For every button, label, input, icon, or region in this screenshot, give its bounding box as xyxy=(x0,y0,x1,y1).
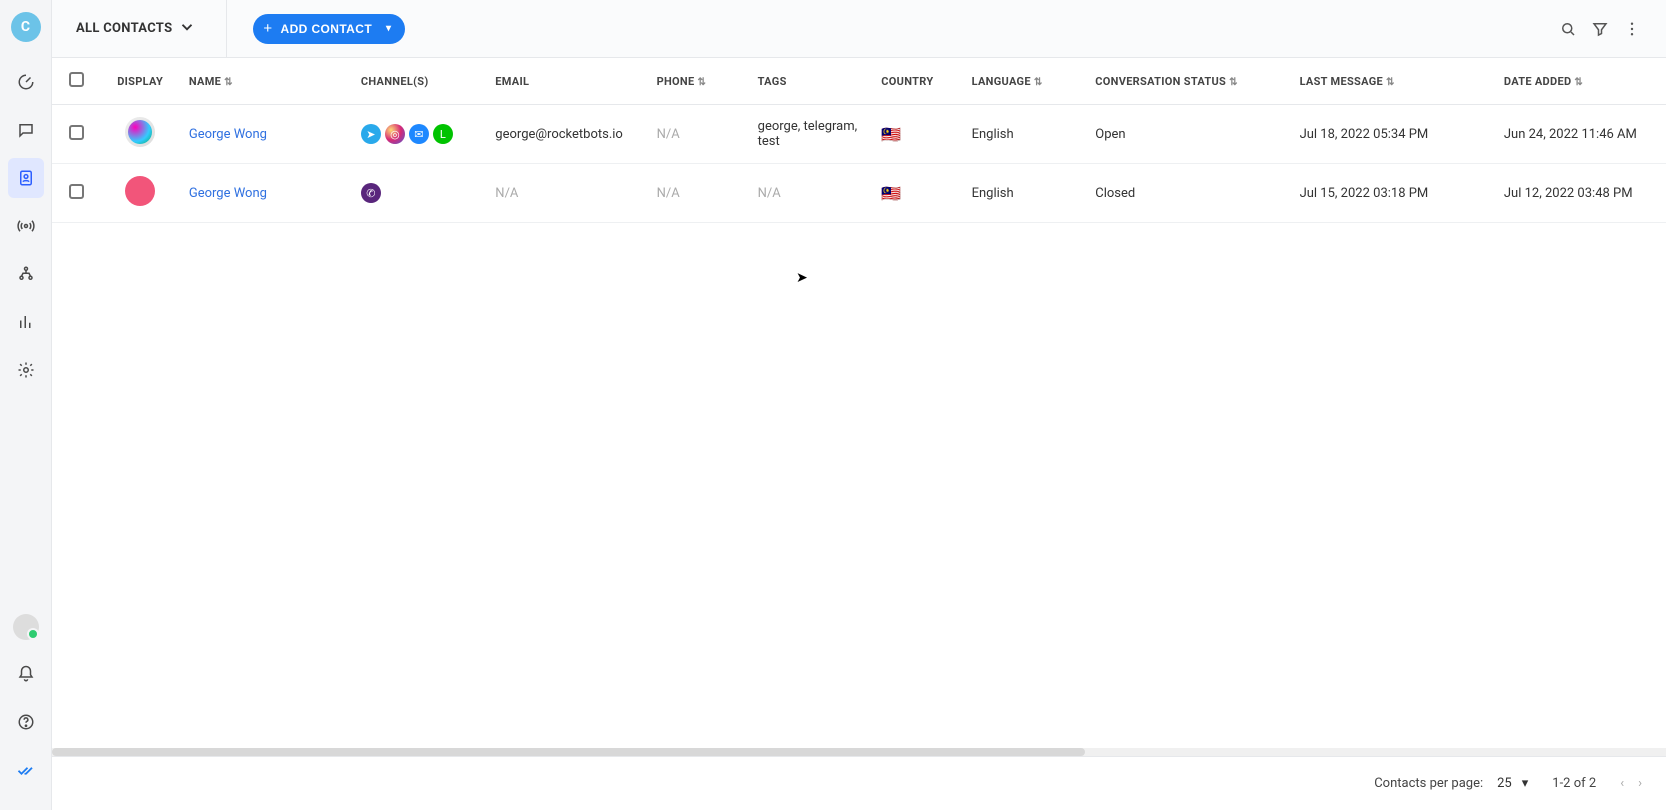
next-page-button[interactable]: › xyxy=(1638,776,1642,791)
contacts-table: DISPLAY NAME⇅ CHANNEL(S) EMAIL PHONE⇅ TA… xyxy=(52,58,1666,223)
email-value: N/A xyxy=(495,186,518,201)
contact-name-link[interactable]: George Wong xyxy=(189,186,267,201)
broadcast-icon[interactable] xyxy=(8,206,44,246)
sort-icon: ⇅ xyxy=(697,77,706,88)
add-contact-button[interactable]: + ADD CONTACT ▾ xyxy=(253,14,405,44)
dashboard-icon[interactable] xyxy=(8,62,44,102)
per-page-label: Contacts per page: xyxy=(1374,776,1483,791)
status-value: Open xyxy=(1095,127,1125,142)
notifications-icon[interactable] xyxy=(8,654,44,694)
col-language[interactable]: LANGUAGE⇅ xyxy=(962,58,1086,105)
contact-avatar xyxy=(125,176,155,206)
sort-icon: ⇅ xyxy=(1574,77,1583,88)
cursor-icon: ➤ xyxy=(796,270,808,286)
user-presence-avatar[interactable] xyxy=(13,614,39,640)
page-range: 1-2 of 2 xyxy=(1552,776,1596,791)
table-row[interactable]: George Wong ➤◎✉L george@rocketbots.io N/… xyxy=(52,105,1666,164)
viber-channel-icon: ✆ xyxy=(361,183,381,203)
messages-icon[interactable] xyxy=(8,110,44,150)
col-channels[interactable]: CHANNEL(S) xyxy=(351,58,485,105)
status-value: Closed xyxy=(1095,186,1135,201)
col-name[interactable]: NAME⇅ xyxy=(179,58,351,105)
col-phone[interactable]: PHONE⇅ xyxy=(647,58,748,105)
contacts-icon[interactable] xyxy=(8,158,44,198)
country-flag: 🇲🇾 xyxy=(881,125,901,144)
sort-icon: ⇅ xyxy=(1034,77,1043,88)
row-checkbox[interactable] xyxy=(69,184,84,199)
email-value: george@rocketbots.io xyxy=(495,127,623,142)
left-rail: C xyxy=(0,0,52,810)
pagination-bar: Contacts per page: 25 ▾ 1-2 of 2 ‹ › xyxy=(52,756,1666,810)
last-message-value: Jul 15, 2022 03:18 PM xyxy=(1300,186,1429,201)
sort-icon: ⇅ xyxy=(224,77,233,88)
scrollbar-thumb[interactable] xyxy=(52,748,1085,756)
row-checkbox[interactable] xyxy=(69,125,84,140)
col-display[interactable]: DISPLAY xyxy=(101,58,178,105)
table-row[interactable]: George Wong ✆ N/A N/A N/A 🇲🇾 English Clo… xyxy=(52,164,1666,223)
chevron-down-icon xyxy=(178,18,196,40)
instagram-channel-icon: ◎ xyxy=(385,124,405,144)
col-status[interactable]: CONVERSATION STATUS⇅ xyxy=(1085,58,1289,105)
reports-icon[interactable] xyxy=(8,302,44,342)
tags-value: N/A xyxy=(758,186,781,201)
line-channel-icon: L xyxy=(433,124,453,144)
help-icon[interactable] xyxy=(8,702,44,742)
settings-icon[interactable] xyxy=(8,350,44,390)
contacts-table-wrap: DISPLAY NAME⇅ CHANNEL(S) EMAIL PHONE⇅ TA… xyxy=(52,58,1666,748)
last-message-value: Jul 18, 2022 05:34 PM xyxy=(1300,127,1429,142)
date-added-value: Jun 24, 2022 11:46 AM xyxy=(1504,127,1637,142)
per-page-value: 25 xyxy=(1497,776,1512,791)
messenger-channel-icon: ✉ xyxy=(409,124,429,144)
chevron-down-icon: ▾ xyxy=(1522,776,1529,791)
segment-dropdown[interactable]: ALL CONTACTS xyxy=(76,0,227,58)
per-page-select[interactable]: 25 ▾ xyxy=(1497,776,1528,791)
col-tags[interactable]: TAGS xyxy=(748,58,872,105)
col-dateadded[interactable]: DATE ADDED⇅ xyxy=(1494,58,1666,105)
more-icon[interactable] xyxy=(1616,13,1648,45)
col-country[interactable]: COUNTRY xyxy=(871,58,961,105)
channel-icons: ✆ xyxy=(361,183,475,203)
header-row: DISPLAY NAME⇅ CHANNEL(S) EMAIL PHONE⇅ TA… xyxy=(52,58,1666,105)
topbar: ALL CONTACTS + ADD CONTACT ▾ xyxy=(52,0,1666,58)
workspace-avatar[interactable]: C xyxy=(11,12,41,42)
filter-icon[interactable] xyxy=(1584,13,1616,45)
sort-icon: ⇅ xyxy=(1386,77,1395,88)
select-all-checkbox[interactable] xyxy=(69,72,84,87)
phone-value: N/A xyxy=(657,186,680,201)
workflows-icon[interactable] xyxy=(8,254,44,294)
telegram-channel-icon: ➤ xyxy=(361,124,381,144)
horizontal-scrollbar[interactable] xyxy=(52,748,1666,756)
search-icon[interactable] xyxy=(1552,13,1584,45)
phone-value: N/A xyxy=(657,127,680,142)
segment-label: ALL CONTACTS xyxy=(76,21,172,36)
contact-name-link[interactable]: George Wong xyxy=(189,127,267,142)
sort-icon: ⇅ xyxy=(1229,77,1238,88)
plus-icon: + xyxy=(263,20,272,37)
add-contact-label: ADD CONTACT xyxy=(281,22,373,36)
tags-value: george, telegram, test xyxy=(758,119,858,149)
contact-avatar xyxy=(125,117,155,147)
chevron-down-icon: ▾ xyxy=(386,23,391,34)
date-added-value: Jul 12, 2022 03:48 PM xyxy=(1504,186,1633,201)
prev-page-button[interactable]: ‹ xyxy=(1620,776,1624,791)
country-flag: 🇲🇾 xyxy=(881,184,901,203)
col-email[interactable]: EMAIL xyxy=(485,58,646,105)
col-lastmessage[interactable]: LAST MESSAGE⇅ xyxy=(1290,58,1494,105)
channel-icons: ➤◎✉L xyxy=(361,124,475,144)
language-value: English xyxy=(972,127,1014,142)
language-value: English xyxy=(972,186,1014,201)
done-all-icon[interactable] xyxy=(8,750,44,790)
